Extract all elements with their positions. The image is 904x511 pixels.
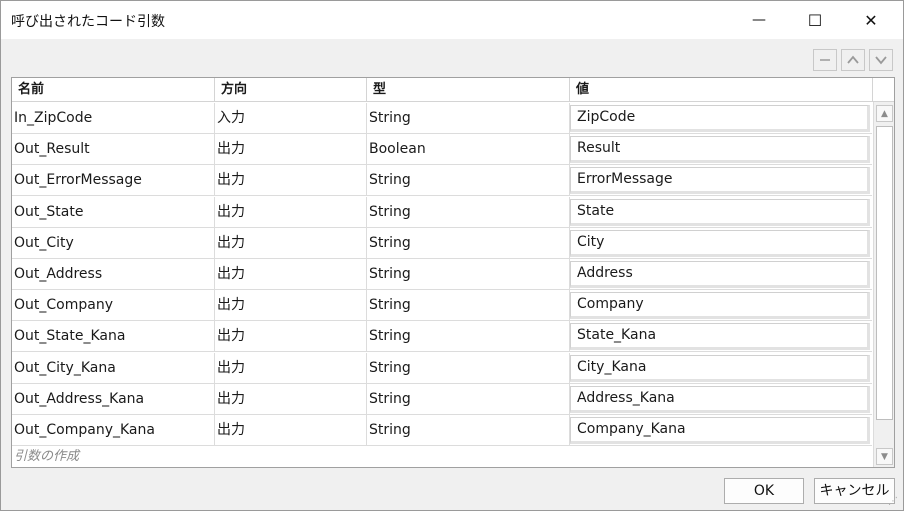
column-header-direction[interactable]: 方向 bbox=[215, 78, 367, 102]
cell-type[interactable]: String bbox=[367, 290, 570, 321]
value-input[interactable]: Address bbox=[570, 261, 870, 288]
table-row[interactable]: Out_Address 出力 String Address bbox=[12, 259, 872, 290]
cell-direction[interactable]: 出力 bbox=[215, 165, 367, 196]
value-input[interactable]: Company bbox=[570, 292, 870, 320]
cell-type[interactable]: String bbox=[367, 259, 570, 289]
arguments-grid: 名前 方向 型 値 In_ZipCode 入力 String ZipCode Out_R… bbox=[11, 77, 895, 468]
dialog-window: 呼び出されたコード引数 — ☐ ✕ 名前 方向 型 値 In_ZipCode 入力… bbox=[0, 0, 904, 511]
scroll-down-arrow-icon[interactable]: ▼ bbox=[876, 448, 893, 465]
table-row[interactable]: Out_State 出力 String State bbox=[12, 196, 872, 228]
table-row[interactable]: Out_ErrorMessage 出力 String ErrorMessage bbox=[12, 165, 872, 197]
value-input[interactable]: City_Kana bbox=[570, 354, 870, 382]
table-row[interactable]: Out_City_Kana 出力 String City_Kana bbox=[12, 352, 872, 384]
close-icon: ✕ bbox=[864, 10, 878, 30]
cell-direction[interactable]: 出力 bbox=[215, 227, 367, 258]
cell-name[interactable]: Out_City bbox=[12, 227, 215, 258]
cell-direction[interactable]: 出力 bbox=[215, 415, 367, 445]
window-title: 呼び出されたコード引数 bbox=[11, 14, 165, 30]
value-input[interactable]: ZipCode bbox=[570, 105, 870, 132]
cell-name[interactable]: Out_Company_Kana bbox=[12, 415, 215, 445]
cell-type[interactable]: String bbox=[367, 165, 570, 196]
value-input[interactable]: Company_Kana bbox=[570, 417, 870, 444]
value-input[interactable]: Result bbox=[570, 136, 870, 164]
table-row[interactable]: In_ZipCode 入力 String ZipCode bbox=[12, 103, 872, 134]
chevron-down-icon bbox=[875, 56, 887, 65]
table-row[interactable]: Out_Company 出力 String Company bbox=[12, 290, 872, 322]
grid-header: 名前 方向 型 値 bbox=[12, 78, 894, 102]
table-row[interactable]: Out_Address_Kana 出力 String Address_Kana bbox=[12, 383, 872, 415]
cell-name[interactable]: Out_Address_Kana bbox=[12, 383, 215, 414]
cell-direction[interactable]: 出力 bbox=[215, 290, 367, 321]
table-row[interactable]: Out_Company_Kana 出力 String Company_Kana bbox=[12, 415, 872, 446]
table-row[interactable]: Out_City 出力 String City bbox=[12, 227, 872, 259]
cell-type[interactable]: String bbox=[367, 352, 570, 383]
cell-name[interactable]: Out_City_Kana bbox=[12, 352, 215, 383]
scrollbar-thumb[interactable] bbox=[876, 126, 893, 420]
minimize-icon: — bbox=[752, 12, 766, 28]
create-argument-row[interactable]: 引数の作成 bbox=[12, 446, 872, 467]
cell-direction[interactable]: 出力 bbox=[215, 196, 367, 227]
remove-argument-button[interactable] bbox=[813, 49, 837, 71]
move-up-button[interactable] bbox=[841, 49, 865, 71]
cell-type[interactable]: String bbox=[367, 415, 570, 445]
cell-direction[interactable]: 出力 bbox=[215, 134, 367, 165]
cell-name[interactable]: Out_State bbox=[12, 196, 215, 227]
table-row[interactable]: Out_Result 出力 Boolean Result bbox=[12, 134, 872, 166]
cell-direction[interactable]: 出力 bbox=[215, 259, 367, 289]
cell-name[interactable]: Out_ErrorMessage bbox=[12, 165, 215, 196]
column-header-name[interactable]: 名前 bbox=[12, 78, 215, 102]
cell-name[interactable]: Out_Address bbox=[12, 259, 215, 289]
value-input[interactable]: ErrorMessage bbox=[570, 167, 870, 195]
minimize-button[interactable]: — bbox=[731, 1, 787, 39]
minus-icon bbox=[820, 59, 830, 61]
cell-name[interactable]: Out_State_Kana bbox=[12, 321, 215, 352]
move-down-button[interactable] bbox=[869, 49, 893, 71]
cell-type[interactable]: String bbox=[367, 196, 570, 227]
scroll-up-arrow-icon[interactable]: ▲ bbox=[876, 105, 893, 122]
resize-grip-icon[interactable]: ⋰ bbox=[888, 495, 902, 509]
cell-name[interactable]: Out_Result bbox=[12, 134, 215, 165]
table-row[interactable]: Out_State_Kana 出力 String State_Kana bbox=[12, 321, 872, 353]
column-header-type[interactable]: 型 bbox=[367, 78, 570, 102]
cell-name[interactable]: Out_Company bbox=[12, 290, 215, 321]
cell-type[interactable]: String bbox=[367, 103, 570, 133]
cell-type[interactable]: String bbox=[367, 227, 570, 258]
maximize-button[interactable]: ☐ bbox=[787, 1, 843, 39]
value-input[interactable]: City bbox=[570, 229, 870, 257]
vertical-scrollbar[interactable]: ▲ ▼ bbox=[873, 102, 894, 467]
value-input[interactable]: State_Kana bbox=[570, 323, 870, 351]
cell-direction[interactable]: 入力 bbox=[215, 103, 367, 133]
column-header-value[interactable]: 値 bbox=[570, 78, 873, 102]
cell-type[interactable]: Boolean bbox=[367, 134, 570, 165]
title-bar: 呼び出されたコード引数 — ☐ ✕ bbox=[1, 1, 903, 39]
value-input[interactable]: Address_Kana bbox=[570, 385, 870, 413]
cell-direction[interactable]: 出力 bbox=[215, 321, 367, 352]
close-button[interactable]: ✕ bbox=[843, 1, 899, 39]
cell-direction[interactable]: 出力 bbox=[215, 352, 367, 383]
cell-type[interactable]: String bbox=[367, 383, 570, 414]
maximize-icon: ☐ bbox=[807, 10, 823, 30]
cell-name[interactable]: In_ZipCode bbox=[12, 103, 215, 133]
value-input[interactable]: State bbox=[570, 198, 870, 226]
ok-button[interactable]: OK bbox=[724, 478, 804, 504]
cell-direction[interactable]: 出力 bbox=[215, 383, 367, 414]
chevron-up-icon bbox=[847, 55, 859, 64]
cell-type[interactable]: String bbox=[367, 321, 570, 352]
cancel-button[interactable]: キャンセル bbox=[814, 478, 895, 504]
